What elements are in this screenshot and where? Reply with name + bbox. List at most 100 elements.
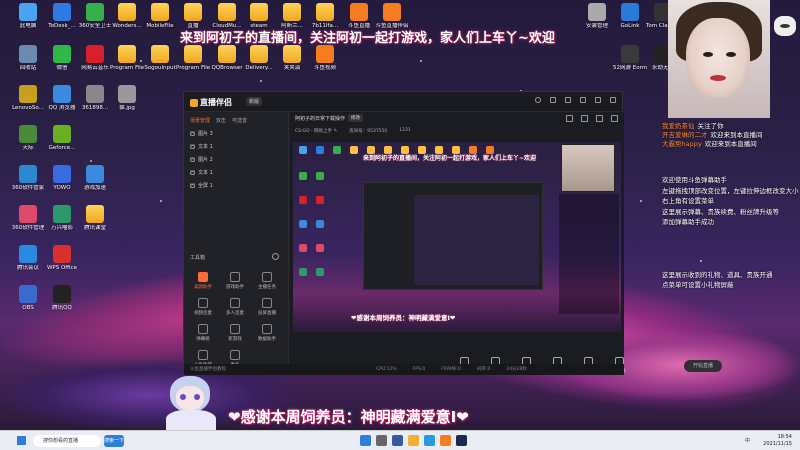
eye-icon[interactable] — [190, 183, 195, 188]
clock[interactable]: 18:54 2021/11/15 — [763, 434, 792, 448]
desktop-icon[interactable]: 万兴喵影 — [45, 205, 79, 232]
chat-username[interactable]: 大霸势happy — [662, 140, 702, 149]
desktop-icon[interactable]: steam — [242, 3, 276, 30]
input-method-indicator[interactable]: 中 — [745, 437, 750, 444]
eye-icon[interactable] — [190, 170, 195, 175]
tool-button[interactable]: 弹幕姬 — [188, 324, 218, 342]
task-view-icon[interactable] — [392, 435, 403, 446]
desktop-icon[interactable]: YOWO — [45, 165, 79, 192]
taskbar-search-input[interactable]: 搜你想看的直播 — [33, 435, 101, 447]
steam-icon[interactable] — [456, 435, 467, 446]
screen-icon[interactable] — [581, 115, 588, 122]
tool-button[interactable]: 视频连麦 — [188, 298, 218, 316]
stream-preview[interactable]: 来到阿初子的直播间，关注阿初一起打游戏，家人们上车丫~欢迎 ❤感谢本周饲养员：神… — [293, 142, 621, 332]
gear-icon[interactable] — [272, 253, 279, 260]
desktop-icon[interactable]: 猫.jpg — [110, 85, 144, 112]
eye-icon[interactable] — [190, 131, 195, 136]
desktop-icon[interactable]: Geforce... — [45, 125, 79, 152]
tool-button[interactable]: 数据助手 — [252, 324, 282, 342]
tool-button[interactable]: 新游戏 — [220, 324, 250, 342]
taskbar-search-button[interactable]: 搜索一下 — [104, 435, 124, 447]
lock-icon[interactable] — [566, 115, 573, 122]
layer-item[interactable]: 文本 1 — [184, 166, 288, 179]
desktop-icon[interactable]: 361898... — [78, 85, 112, 112]
tool-icon — [262, 324, 272, 334]
desktop-icon[interactable]: Delivery... — [242, 45, 276, 72]
desktop-icon[interactable]: WPS Office — [45, 245, 79, 272]
desktop-icon[interactable]: CloudMu... — [210, 3, 244, 30]
close-icon[interactable] — [610, 97, 616, 103]
tool-button[interactable]: 主播任务 — [252, 272, 282, 290]
desktop-icon[interactable]: 斗鱼直播 — [342, 3, 376, 30]
desktop-icon[interactable]: 斗鱼视频 — [308, 45, 342, 72]
eye-icon[interactable] — [190, 144, 195, 149]
avatar-icon[interactable] — [535, 97, 541, 103]
sidebar-tab[interactable]: 双击 — [216, 117, 226, 124]
settings-icon[interactable] — [596, 115, 603, 122]
app-titlebar[interactable]: 直播伴侣 新版 — [184, 92, 622, 112]
desktop-icon[interactable]: ToDesk_... — [45, 3, 79, 30]
search-icon[interactable] — [376, 435, 387, 446]
desktop-icon[interactable]: 360软件管家 — [11, 165, 45, 192]
app-icon — [19, 205, 37, 223]
mail-icon[interactable] — [565, 97, 571, 103]
desktop-icon[interactable]: 回收站 — [11, 45, 45, 72]
desktop-icon[interactable]: 腾讯QQ — [45, 285, 79, 312]
file-explorer-icon[interactable] — [408, 435, 419, 446]
tool-button[interactable]: 美颜助手 — [188, 272, 218, 290]
layer-item[interactable]: 文本 1 — [184, 140, 288, 153]
share-icon[interactable] — [611, 115, 618, 122]
desktop-icon[interactable]: MobileFile — [143, 3, 177, 30]
layer-item[interactable]: 图片 2 — [184, 153, 288, 166]
desktop-icon[interactable]: 直播 — [176, 3, 210, 30]
streamer-app-window[interactable]: 直播伴侣 新版 场景管理 双击 可选音 图片 3 文本 1 图片 2 文本 1 全屏 1 工… — [183, 91, 722, 375]
layer-item[interactable]: 全屏 1 — [184, 179, 288, 192]
desktop-icon[interactable]: LenovoSo... — [11, 85, 45, 112]
sidebar-tab[interactable]: 可选音 — [232, 117, 247, 124]
desktop-icon[interactable]: 7b11Ifa... — [308, 3, 342, 30]
desktop-icon[interactable]: 游戏加速 — [78, 165, 112, 192]
desktop-icon[interactable]: Wonders... — [110, 3, 144, 30]
desktop-icon[interactable]: 360软件管理 — [11, 205, 45, 232]
eye-icon[interactable] — [190, 157, 195, 162]
go-live-button[interactable]: 开始直播 — [684, 360, 722, 372]
sidebar-tab[interactable]: 场景管理 — [190, 117, 210, 124]
desktop-icon[interactable]: GoLink — [613, 3, 647, 30]
layer-item[interactable]: 图片 3 — [184, 127, 288, 140]
desktop-icon[interactable]: 安装管理 — [580, 3, 614, 30]
chat-username[interactable]: 开吉爱琳的二才 — [662, 131, 708, 140]
desktop-icon[interactable]: Program Files — [176, 45, 210, 72]
start-menu-icon[interactable] — [17, 436, 26, 445]
desktop-icon[interactable]: Sogoulnput — [143, 45, 177, 72]
settings-icon[interactable] — [550, 97, 556, 103]
edit-title-button[interactable]: 修改 — [348, 114, 363, 122]
desktop-icon[interactable]: 微信 — [45, 45, 79, 72]
desktop-icon[interactable]: 网易云音乐 — [78, 45, 112, 72]
desktop-icon[interactable]: QQBrowser — [210, 45, 244, 72]
tool-button[interactable]: 游戏助手 — [220, 272, 250, 290]
desktop-icon[interactable]: QQ 浏览器 — [45, 85, 79, 112]
desktop-icon[interactable]: 阿斯兰... — [275, 3, 309, 30]
desktop-icon[interactable]: 腾讯会议 — [11, 245, 45, 272]
version-badge[interactable]: 新版 — [246, 97, 263, 106]
stream-info-item[interactable]: CS:GO - 网易上手 ✎ — [295, 128, 337, 136]
desktop-icon[interactable]: 360安全卫士 — [78, 3, 112, 30]
chat-username[interactable]: 我爱奶茶仙 — [662, 122, 695, 131]
douyu-taskbar-icon[interactable] — [440, 435, 451, 446]
desktop-icon[interactable]: 此电脑 — [11, 3, 45, 30]
layer-list: 图片 3 文本 1 图片 2 文本 1 全屏 1 — [184, 127, 288, 192]
tool-button[interactable]: 投屏直播 — [252, 298, 282, 316]
minimize-icon[interactable] — [595, 97, 601, 103]
desktop-icon[interactable]: 52网游 Eorm... — [613, 45, 647, 72]
desktop-icon[interactable]: Program Files (x86) — [110, 45, 144, 72]
edge-icon[interactable] — [424, 435, 435, 446]
desktop-icon[interactable]: 斗鱼直播伴侣 — [375, 3, 409, 30]
tool-button[interactable]: 多人连麦 — [220, 298, 250, 316]
desktop-icon[interactable]: OBS — [11, 285, 45, 312]
menu-icon[interactable] — [580, 97, 586, 103]
app-icon — [19, 85, 37, 103]
desktop-icon[interactable]: 天际 — [11, 125, 45, 152]
desktop-icon[interactable]: 夹夹演 — [275, 45, 309, 72]
windows-icon[interactable] — [360, 435, 371, 446]
desktop-icon[interactable]: 腾讯课堂 — [78, 205, 112, 232]
